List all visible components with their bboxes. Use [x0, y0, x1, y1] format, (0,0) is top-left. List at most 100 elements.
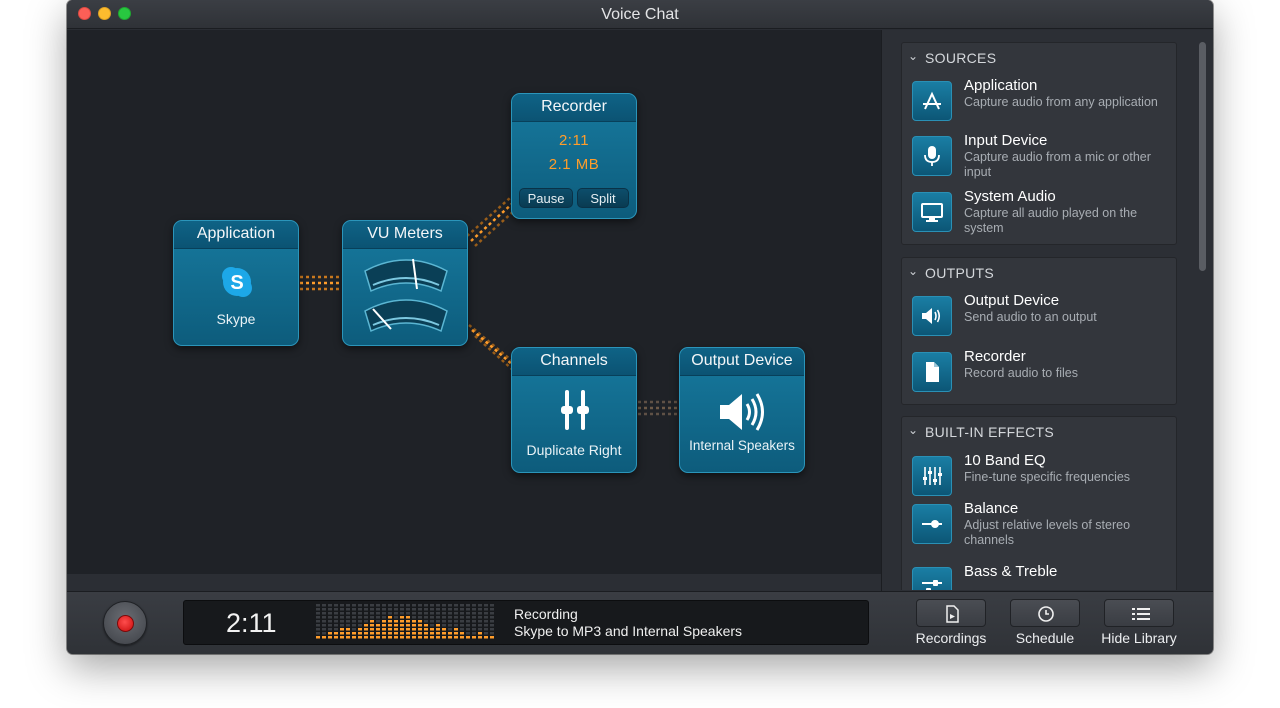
library-scrollbar[interactable] [1199, 42, 1206, 271]
level-meter-led [466, 604, 470, 607]
level-meter-led [424, 632, 428, 635]
level-meter-led [352, 616, 356, 619]
level-meter-led [442, 636, 446, 639]
level-meter-led [334, 620, 338, 623]
level-meter-led [418, 628, 422, 631]
level-meter-led [478, 604, 482, 607]
app-window: Voice Chat Application S Skype VU Meters… [67, 0, 1213, 654]
library-item-system-audio[interactable]: System Audio Capture all audio played on… [912, 188, 1174, 238]
section-outputs-title: OUTPUTS [925, 265, 994, 281]
library-item-desc: Capture audio from any application [964, 95, 1158, 109]
level-meter-led [394, 604, 398, 607]
skype-icon: S [222, 267, 252, 297]
level-meter-led [316, 620, 320, 623]
level-meter-led [430, 604, 434, 607]
level-meter-led [472, 620, 476, 623]
level-meter-led [400, 632, 404, 635]
level-meter-led [328, 624, 332, 627]
level-meter-led [436, 612, 440, 615]
level-meter-led [382, 620, 386, 623]
level-meter-led [442, 632, 446, 635]
level-meter-led [322, 620, 326, 623]
section-sources-title: SOURCES [925, 50, 997, 66]
node-application-title: Application [174, 221, 298, 249]
level-meter-led [466, 612, 470, 615]
section-outputs-header[interactable]: ⌄ OUTPUTS [902, 258, 1176, 288]
level-meter-led [418, 632, 422, 635]
level-meter-led [478, 632, 482, 635]
level-meter-led [346, 620, 350, 623]
level-meter-led [340, 616, 344, 619]
level-meter-led [460, 624, 464, 627]
level-meter-led [346, 612, 350, 615]
level-meter-led [406, 636, 410, 639]
level-meter-led [316, 636, 320, 639]
split-button[interactable]: Split [577, 188, 629, 208]
library-item-input-device[interactable]: Input Device Capture audio from a mic or… [912, 132, 1174, 182]
level-meter-led [424, 636, 428, 639]
level-meter-led [328, 632, 332, 635]
level-meter-led [394, 616, 398, 619]
level-meter-led [346, 624, 350, 627]
level-meter-led [412, 632, 416, 635]
library-item-desc: Capture audio from a mic or other input [964, 150, 1151, 179]
level-meter-led [424, 612, 428, 615]
level-meter-led [352, 620, 356, 623]
level-meter-led [394, 628, 398, 631]
status-display: 2:11 Recording Skype to MP3 and Internal… [183, 600, 869, 645]
sliders-icon [561, 390, 589, 430]
level-meter-led [340, 608, 344, 611]
level-meter-led [370, 628, 374, 631]
recordings-button[interactable]: Recordings [901, 599, 1001, 651]
record-button[interactable] [103, 601, 147, 645]
schedule-button[interactable]: Schedule [995, 599, 1095, 651]
window-title: Voice Chat [601, 6, 679, 23]
level-meter-led [430, 616, 434, 619]
node-vu-meters[interactable]: VU Meters [342, 220, 468, 346]
section-built-in-effects: ⌄ BUILT-IN EFFECTS 10 Band EQ Fine-tune … [901, 416, 1177, 590]
node-application[interactable]: Application S Skype [173, 220, 299, 346]
wire-vu-recorder [466, 197, 516, 247]
level-meter-led [412, 608, 416, 611]
library-item-bass-treble[interactable]: Bass & Treble [912, 563, 1174, 590]
level-meter-led [352, 624, 356, 627]
level-meter-led [400, 616, 404, 619]
chevron-down-icon: ⌄ [908, 423, 919, 437]
level-meter-led [400, 612, 404, 615]
library-item-10-band-eq[interactable]: 10 Band EQ Fine-tune specific frequencie… [912, 452, 1174, 502]
level-meter-led [340, 604, 344, 607]
section-effects-header[interactable]: ⌄ BUILT-IN EFFECTS [902, 417, 1176, 447]
level-meter-led [484, 636, 488, 639]
level-meter-led [322, 624, 326, 627]
level-meter-led [322, 604, 326, 607]
level-meter-led [448, 612, 452, 615]
level-meter-led [376, 604, 380, 607]
hide-library-button[interactable]: Hide Library [1089, 599, 1189, 651]
library-item-desc: Adjust relative levels of stereo channel… [964, 518, 1131, 547]
level-meter-led [382, 624, 386, 627]
level-meter-led [436, 628, 440, 631]
level-meter-led [370, 604, 374, 607]
library-item-output-device[interactable]: Output Device Send audio to an output [912, 292, 1174, 342]
node-recorder[interactable]: Recorder 2:11 2.1 MB Pause Split [511, 93, 637, 219]
level-meter-led [394, 620, 398, 623]
pause-button[interactable]: Pause [519, 188, 573, 208]
level-meter-led [352, 628, 356, 631]
node-channels[interactable]: Channels Duplicate Right [511, 347, 637, 473]
node-output-device[interactable]: Output Device Internal Speakers [679, 347, 805, 473]
level-meter-led [478, 608, 482, 611]
library-item-recorder[interactable]: Recorder Record audio to files [912, 348, 1174, 398]
level-meter-led [472, 608, 476, 611]
level-meter-led [430, 620, 434, 623]
level-meter-led [346, 616, 350, 619]
library-item-balance[interactable]: Balance Adjust relative levels of stereo… [912, 500, 1174, 550]
library-item-application[interactable]: Application Capture audio from any appli… [912, 77, 1174, 127]
level-meter-led [406, 628, 410, 631]
level-meter-led [460, 628, 464, 631]
section-sources-header[interactable]: ⌄ SOURCES [902, 43, 1176, 73]
pipeline-canvas[interactable]: Application S Skype VU Meters Recorder 2… [67, 30, 881, 574]
level-meter-led [334, 632, 338, 635]
level-meter-led [364, 620, 368, 623]
level-meter-led [490, 620, 494, 623]
level-meter-led [346, 636, 350, 639]
